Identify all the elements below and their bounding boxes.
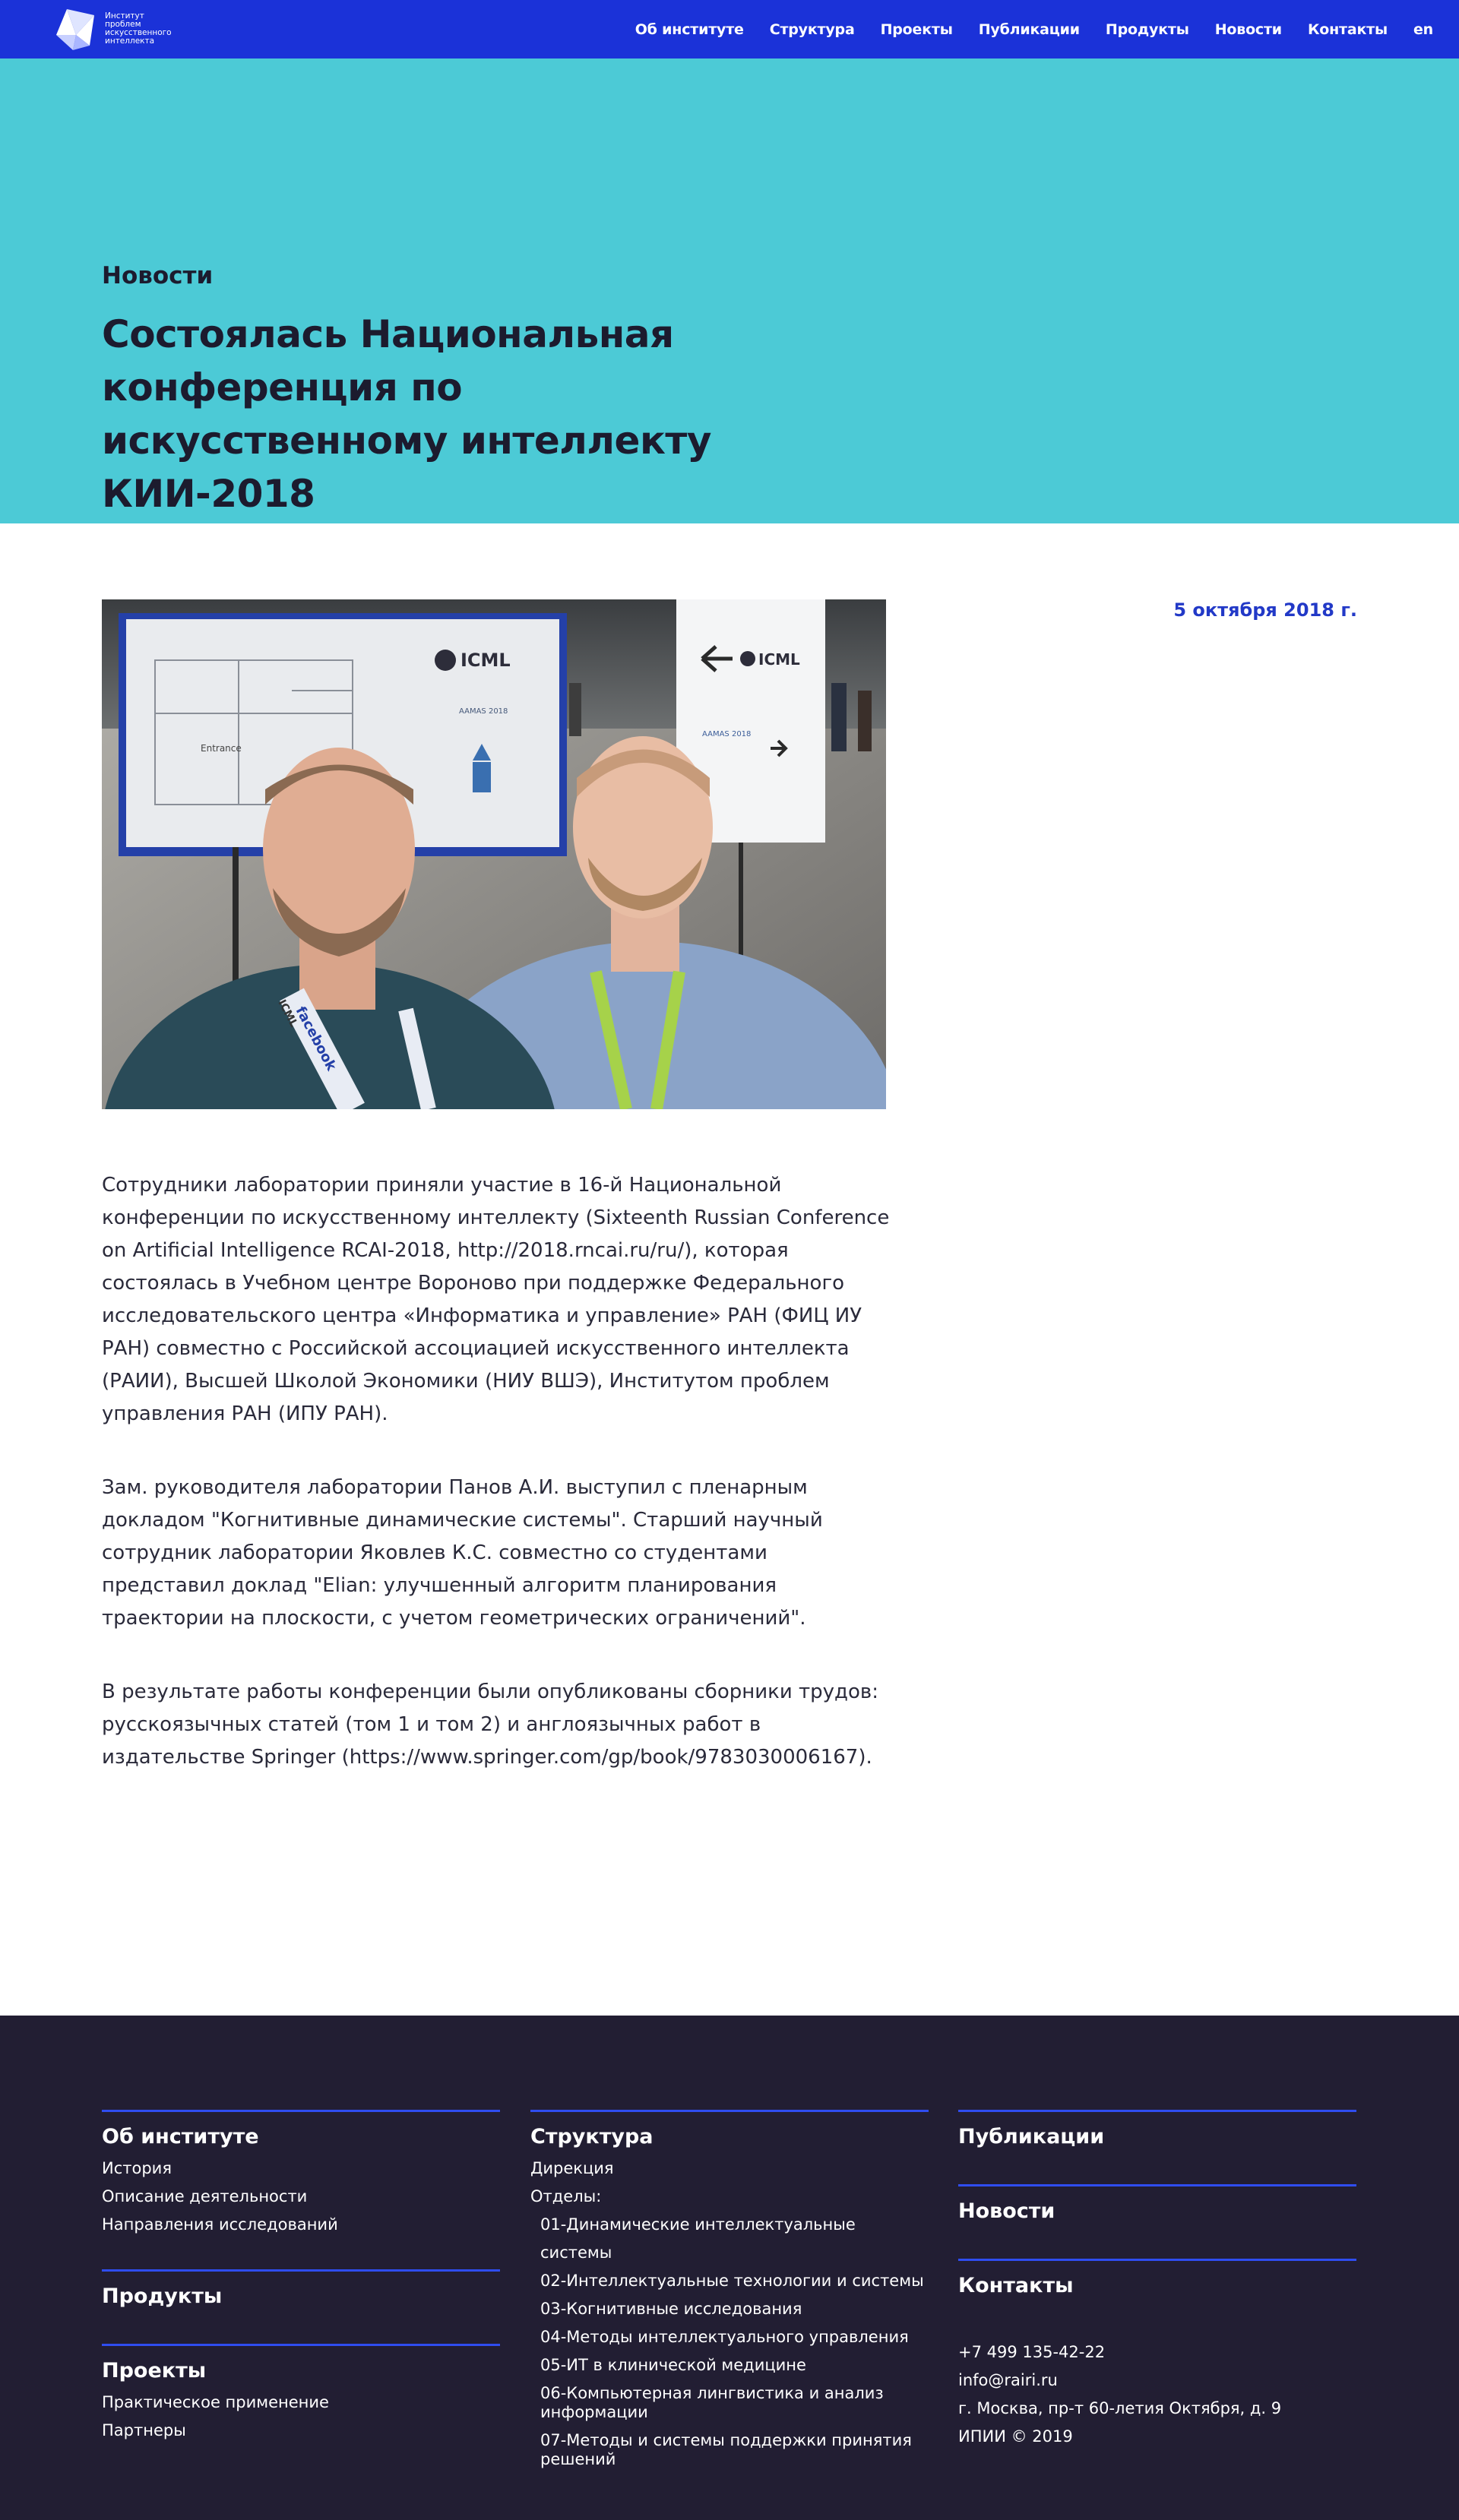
conference-selfie-image: ICML AAMAS 2018 Entrance ICML AAMAS 2018 (102, 599, 886, 1109)
footer-copyright: ИПИИ © 2019 (958, 2427, 1073, 2446)
section-breadcrumb[interactable]: Новости (102, 262, 213, 289)
nav-item-news[interactable]: Новости (1215, 21, 1282, 38)
footer-address: г. Москва, пр-т 60-летия Октября, д. 9 (958, 2399, 1282, 2417)
sign-right-text: ICML (758, 650, 800, 669)
nav-item-publications[interactable]: Публикации (979, 21, 1080, 38)
footer-link-research[interactable]: Направления исследований (102, 2215, 338, 2234)
footer-section-projects: Проекты Практическое применение Партнеры (102, 2344, 500, 2445)
footer-contact-list: +7 499 135-42-22 info@rairi.ru г. Москва… (958, 2338, 1356, 2451)
article-paragraph: В результате работы конференции были опу… (102, 1681, 878, 1769)
poster-sign-text: ICML (460, 650, 511, 671)
footer-link-activity[interactable]: Описание деятельности (102, 2187, 307, 2205)
footer-section-publications: Публикации (958, 2110, 1356, 2150)
footer-links-structure: Дирекция Отделы: 01-Динамические интелле… (530, 2155, 929, 2474)
footer-link-department[interactable]: 04-Методы интеллектуального управления (540, 2328, 909, 2346)
map-entrance-label: Entrance (201, 743, 242, 754)
page-title: Состоялась Национальная конференция по и… (102, 312, 711, 516)
footer-link-department[interactable]: 01-Динамические интеллектуальные системы (540, 2215, 856, 2262)
article-date: 5 октября 2018 г. (1173, 599, 1357, 621)
footer-heading-news[interactable]: Новости (958, 2199, 1356, 2224)
main-nav: Об институте Структура Проекты Публикаци… (635, 0, 1433, 58)
article-body: Сотрудники лаборатории приняли участие в… (102, 1169, 892, 1815)
footer-heading-contacts[interactable]: Контакты (958, 2273, 1356, 2299)
article-photo: ICML AAMAS 2018 Entrance ICML AAMAS 2018 (102, 599, 886, 1109)
footer-link-department[interactable]: 03-Когнитивные исследования (540, 2300, 802, 2318)
nav-item-about[interactable]: Об институте (635, 21, 744, 38)
footer-link-history[interactable]: История (102, 2159, 172, 2177)
nav-item-structure[interactable]: Структура (770, 21, 855, 38)
hero-banner: Новости Состоялась Национальная конферен… (0, 58, 1459, 523)
logo-line: интеллекта (105, 36, 155, 46)
logo-text: Институт проблем искусственного интеллек… (105, 12, 188, 46)
poster-aamas-text: AAMAS 2018 (459, 707, 508, 716)
footer-heading-about[interactable]: Об институте (102, 2124, 500, 2150)
footer-link-department[interactable]: 05-ИТ в клинической медицине (540, 2356, 806, 2374)
article: ICML AAMAS 2018 Entrance ICML AAMAS 2018 (0, 523, 1459, 2016)
footer-section-structure: Структура Дирекция Отделы: 01-Динамическ… (530, 2110, 929, 2474)
footer-section-about: Об институте История Описание деятельнос… (102, 2110, 500, 2239)
article-paragraph: Зам. руководителя лаборатории Панов А.И.… (102, 1476, 823, 1630)
footer-heading-projects[interactable]: Проекты (102, 2358, 500, 2384)
footer-link-department[interactable]: 06-Компьютерная лингвистика и анализ инф… (540, 2384, 884, 2421)
footer-links-projects: Практическое применение Партнеры (102, 2389, 500, 2445)
footer-links-about: История Описание деятельности Направлени… (102, 2155, 500, 2239)
footer-phone[interactable]: +7 499 135-42-22 (958, 2343, 1105, 2361)
footer-heading-structure[interactable]: Структура (530, 2124, 929, 2150)
site-footer: Об институте История Описание деятельнос… (0, 2016, 1459, 2520)
footer-departments-label: Отделы: (530, 2187, 602, 2205)
footer-email[interactable]: info@rairi.ru (958, 2371, 1058, 2389)
sign-aamas-text: AAMAS 2018 (702, 730, 751, 738)
footer-section-news: Новости (958, 2184, 1356, 2224)
article-paragraph: Сотрудники лаборатории приняли участие в… (102, 1174, 890, 1425)
nav-item-projects[interactable]: Проекты (881, 21, 953, 38)
footer-link-partners[interactable]: Партнеры (102, 2421, 186, 2439)
nav-item-products[interactable]: Продукты (1106, 21, 1189, 38)
footer-link-applications[interactable]: Практическое применение (102, 2393, 329, 2411)
institute-logo[interactable]: Институт проблем искусственного интеллек… (50, 5, 188, 53)
top-navbar: Институт проблем искусственного интеллек… (0, 0, 1459, 58)
footer-link-direction[interactable]: Дирекция (530, 2159, 614, 2177)
footer-section-products: Продукты (102, 2269, 500, 2310)
nav-item-contacts[interactable]: Контакты (1308, 21, 1388, 38)
footer-heading-products[interactable]: Продукты (102, 2284, 500, 2310)
footer-link-department[interactable]: 07-Методы и системы поддержки принятия р… (540, 2431, 912, 2468)
footer-section-contacts: Контакты +7 499 135-42-22 info@rairi.ru … (958, 2259, 1356, 2451)
logo-icon (56, 9, 94, 50)
language-switch[interactable]: en (1413, 21, 1433, 38)
footer-link-department[interactable]: 02-Интеллектуальные технологии и системы (540, 2272, 924, 2290)
footer-heading-publications[interactable]: Публикации (958, 2124, 1356, 2150)
